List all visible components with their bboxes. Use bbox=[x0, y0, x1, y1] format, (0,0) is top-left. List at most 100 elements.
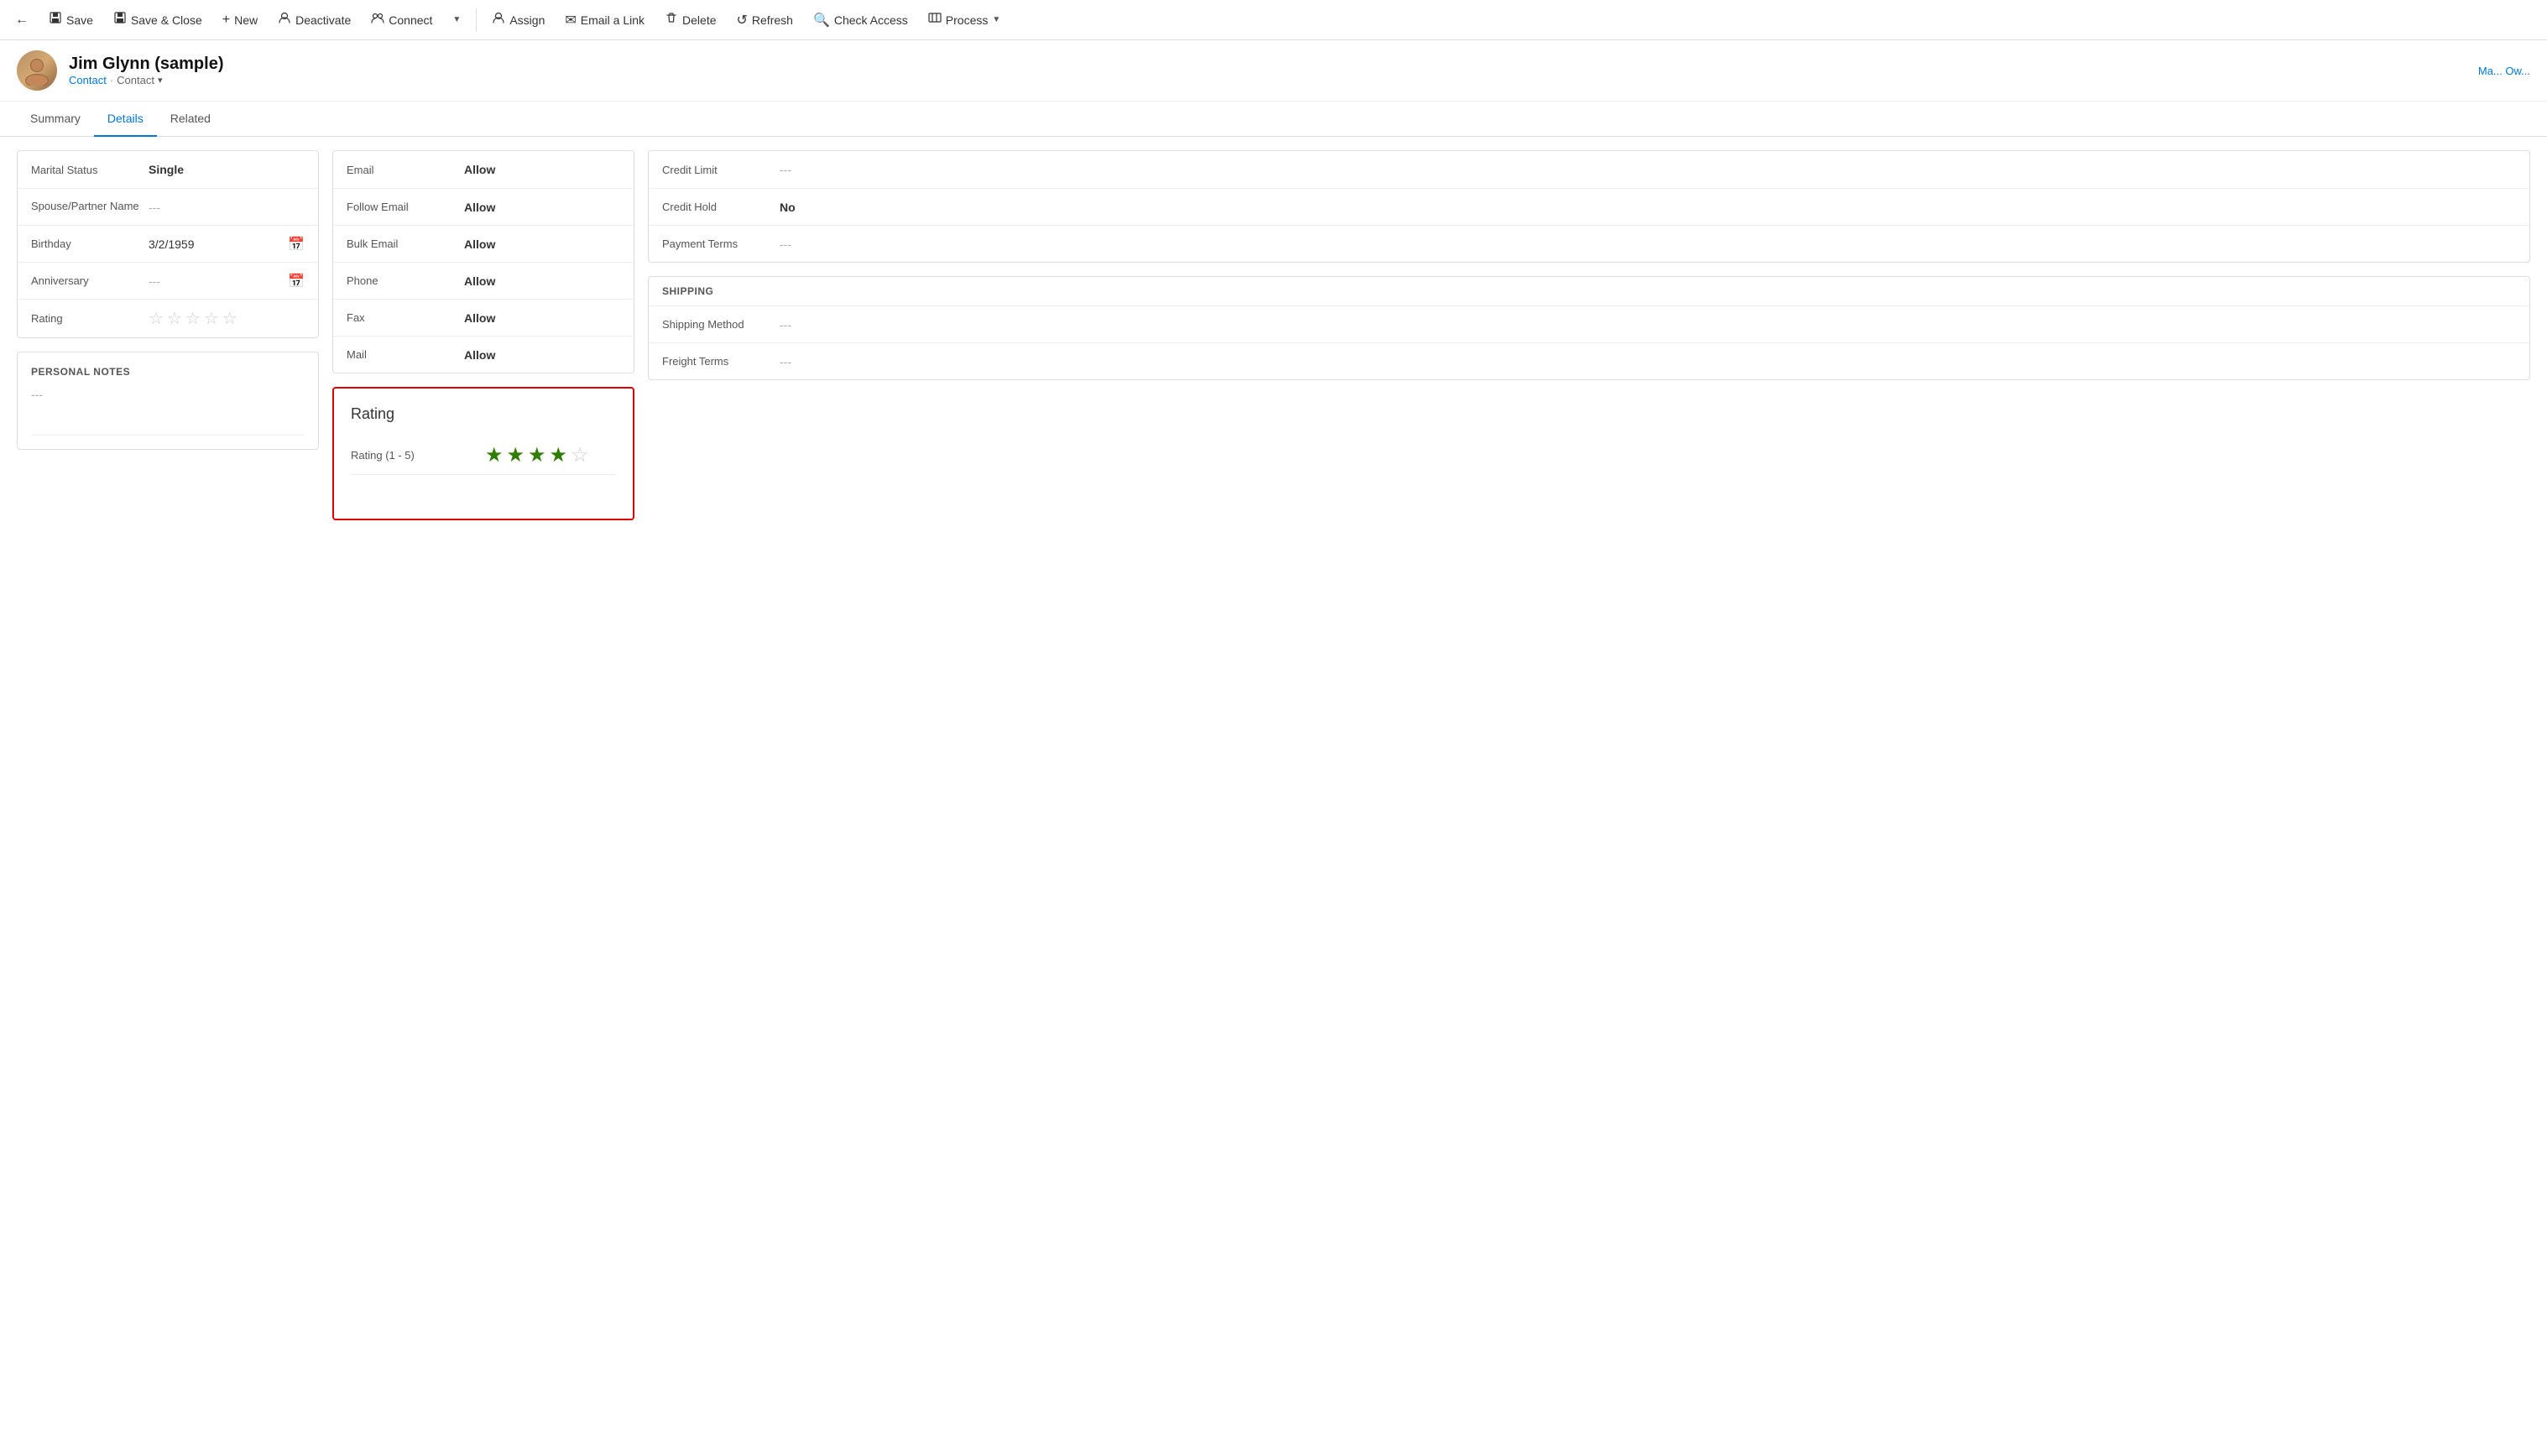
personal-notes-title: PERSONAL NOTES bbox=[31, 366, 305, 378]
breadcrumb-separator: · bbox=[110, 74, 113, 86]
left-column: Marital Status Single Spouse/Partner Nam… bbox=[17, 150, 319, 520]
new-button[interactable]: + New bbox=[214, 8, 266, 33]
credit-hold-value: No bbox=[780, 201, 2516, 214]
anniversary-calendar-icon[interactable]: 📅 bbox=[288, 273, 305, 290]
rating-star-2[interactable]: ★ bbox=[507, 443, 525, 467]
payment-terms-label: Payment Terms bbox=[662, 237, 780, 250]
phone-row: Phone Allow bbox=[333, 262, 634, 299]
rating-star-1[interactable]: ★ bbox=[485, 443, 504, 467]
spouse-label: Spouse/Partner Name bbox=[31, 200, 149, 214]
payment-terms-row: Payment Terms --- bbox=[649, 225, 2529, 262]
delete-label: Delete bbox=[682, 13, 716, 27]
assign-button[interactable]: Assign bbox=[483, 6, 553, 34]
bulk-email-label: Bulk Email bbox=[347, 237, 464, 250]
star-4[interactable]: ☆ bbox=[204, 308, 219, 329]
rating-row: Rating ☆ ☆ ☆ ☆ ☆ bbox=[18, 299, 318, 337]
tab-details[interactable]: Details bbox=[94, 102, 157, 137]
main-content: Marital Status Single Spouse/Partner Nam… bbox=[0, 137, 2547, 534]
birthday-label: Birthday bbox=[31, 237, 149, 250]
bulk-email-value: Allow bbox=[464, 237, 620, 251]
anniversary-value: --- bbox=[149, 274, 281, 288]
spouse-value: --- bbox=[149, 201, 305, 214]
follow-email-row: Follow Email Allow bbox=[333, 188, 634, 225]
shipping-method-value: --- bbox=[780, 318, 2516, 331]
save-close-label: Save & Close bbox=[131, 13, 202, 27]
birthday-calendar-icon[interactable]: 📅 bbox=[288, 236, 305, 253]
check-access-label: Check Access bbox=[834, 13, 908, 27]
back-button[interactable]: ← bbox=[7, 8, 37, 33]
contact-name: Jim Glynn (sample) bbox=[69, 55, 224, 74]
deactivate-button[interactable]: Deactivate bbox=[269, 6, 359, 34]
save-icon bbox=[49, 11, 62, 29]
delete-icon bbox=[665, 11, 678, 29]
personal-notes-value[interactable]: --- bbox=[31, 388, 305, 401]
marital-status-value: Single bbox=[149, 163, 305, 176]
back-icon: ← bbox=[15, 13, 29, 28]
credit-hold-row: Credit Hold No bbox=[649, 188, 2529, 225]
check-access-icon: 🔍 bbox=[813, 12, 830, 29]
fax-value: Allow bbox=[464, 311, 620, 325]
rating-popup-stars[interactable]: ★ ★ ★ ★ ☆ bbox=[485, 443, 589, 467]
credit-limit-label: Credit Limit bbox=[662, 164, 780, 176]
shipping-section: SHIPPING Shipping Method --- Freight Ter… bbox=[648, 276, 2530, 380]
personal-notes-section: PERSONAL NOTES --- bbox=[17, 352, 319, 450]
payment-terms-value: --- bbox=[780, 237, 2516, 251]
phone-value: Allow bbox=[464, 274, 620, 288]
rating-star-5[interactable]: ☆ bbox=[571, 443, 589, 467]
email-link-button[interactable]: ✉ Email a Link bbox=[556, 7, 653, 34]
page-header: Jim Glynn (sample) Contact · Contact ▾ M… bbox=[0, 40, 2547, 102]
email-row: Email Allow bbox=[333, 151, 634, 188]
star-1[interactable]: ☆ bbox=[149, 308, 164, 329]
credit-limit-row: Credit Limit --- bbox=[649, 151, 2529, 188]
header-right-info: Ma... Ow... bbox=[2478, 65, 2530, 77]
deactivate-label: Deactivate bbox=[295, 13, 351, 27]
middle-column: Email Allow Follow Email Allow Bulk Emai… bbox=[332, 150, 634, 520]
shipping-section-title: SHIPPING bbox=[649, 277, 2529, 305]
new-label: New bbox=[234, 13, 258, 27]
check-access-button[interactable]: 🔍 Check Access bbox=[805, 7, 916, 34]
star-2[interactable]: ☆ bbox=[167, 308, 182, 329]
rating-star-4[interactable]: ★ bbox=[550, 443, 568, 467]
breadcrumb-dropdown-icon[interactable]: ▾ bbox=[158, 75, 163, 86]
assign-label: Assign bbox=[509, 13, 545, 27]
personal-info-section: Marital Status Single Spouse/Partner Nam… bbox=[17, 150, 319, 338]
save-button[interactable]: Save bbox=[40, 6, 102, 34]
freight-terms-value: --- bbox=[780, 355, 2516, 368]
billing-section: Credit Limit --- Credit Hold No Payment … bbox=[648, 150, 2530, 263]
email-value: Allow bbox=[464, 163, 620, 176]
save-close-button[interactable]: Save & Close bbox=[105, 6, 211, 34]
rating-star-3[interactable]: ★ bbox=[528, 443, 546, 467]
rating-popup: Rating Rating (1 - 5) ★ ★ ★ ★ ☆ bbox=[332, 387, 634, 520]
connect-dropdown[interactable]: ▼ bbox=[444, 10, 469, 29]
rating-stars-empty[interactable]: ☆ ☆ ☆ ☆ ☆ bbox=[149, 308, 237, 329]
email-label: Email bbox=[347, 164, 464, 176]
connect-button[interactable]: Connect bbox=[363, 6, 441, 34]
phone-label: Phone bbox=[347, 274, 464, 287]
refresh-icon: ↺ bbox=[737, 12, 748, 29]
fax-label: Fax bbox=[347, 311, 464, 324]
rating-label: Rating bbox=[31, 312, 149, 325]
connect-dropdown-icon: ▼ bbox=[452, 15, 461, 24]
delete-button[interactable]: Delete bbox=[656, 6, 724, 34]
right-column: Credit Limit --- Credit Hold No Payment … bbox=[648, 150, 2530, 520]
fax-row: Fax Allow bbox=[333, 299, 634, 336]
birthday-value: 3/2/1959 bbox=[149, 237, 281, 251]
tab-summary[interactable]: Summary bbox=[17, 102, 94, 137]
connect-icon bbox=[371, 11, 384, 29]
breadcrumb-type[interactable]: Contact bbox=[69, 74, 107, 86]
rating-popup-title: Rating bbox=[351, 405, 616, 423]
deactivate-icon bbox=[278, 11, 291, 29]
refresh-label: Refresh bbox=[752, 13, 793, 27]
header-info: Jim Glynn (sample) Contact · Contact ▾ bbox=[69, 55, 224, 86]
credit-hold-label: Credit Hold bbox=[662, 201, 780, 213]
process-label: Process bbox=[946, 13, 989, 27]
star-5[interactable]: ☆ bbox=[222, 308, 237, 329]
star-3[interactable]: ☆ bbox=[185, 308, 201, 329]
tab-related[interactable]: Related bbox=[157, 102, 224, 137]
process-button[interactable]: Process ▼ bbox=[920, 6, 1009, 34]
follow-email-label: Follow Email bbox=[347, 201, 464, 213]
birthday-row: Birthday 3/2/1959 📅 bbox=[18, 225, 318, 262]
avatar bbox=[17, 50, 57, 91]
shipping-method-row: Shipping Method --- bbox=[649, 305, 2529, 342]
refresh-button[interactable]: ↺ Refresh bbox=[728, 7, 801, 34]
